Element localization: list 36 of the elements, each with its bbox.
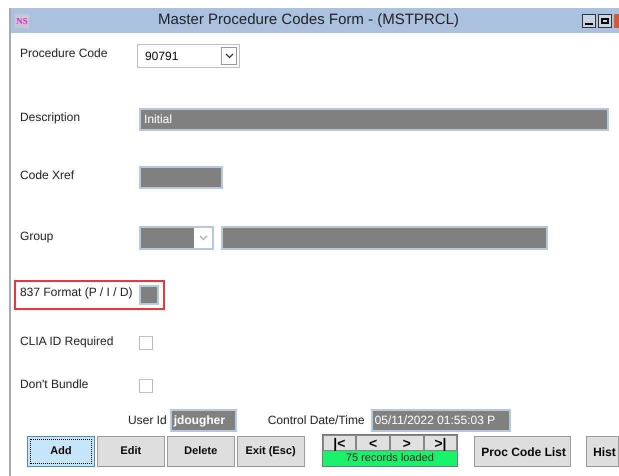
description-field[interactable]: Initial <box>139 108 609 130</box>
checkbox[interactable] <box>139 379 153 393</box>
chevron-down-icon <box>194 228 212 248</box>
field-label: Code Xref <box>20 167 76 184</box>
user-id-field[interactable]: jdougher <box>170 408 237 432</box>
checkbox[interactable] <box>139 336 153 350</box>
form-button[interactable]: Edit <box>96 436 165 467</box>
nav-button[interactable]: > <box>390 435 424 451</box>
nav-button[interactable]: |< <box>322 435 356 451</box>
format-field[interactable] <box>139 285 159 305</box>
group-name-field[interactable] <box>221 226 548 250</box>
chevron-down-icon[interactable] <box>221 47 237 65</box>
window-title: Master Procedure Codes Form - (MSTPRCL) <box>158 10 459 30</box>
form-button[interactable]: Hist <box>586 436 619 467</box>
form-button[interactable]: Add <box>27 436 95 467</box>
field-label: 837 Format (P / I / D) <box>20 284 134 301</box>
field-label: Group <box>20 228 54 245</box>
code-xref-field[interactable] <box>139 166 223 188</box>
form-button[interactable]: Delete <box>166 436 235 467</box>
minimize-icon[interactable] <box>582 14 596 28</box>
field-label: Don't Bundle <box>20 376 90 393</box>
field-label: CLIA ID Required <box>20 333 114 350</box>
field-label: Description <box>20 109 82 126</box>
form-button[interactable]: Exit (Esc) <box>236 436 304 467</box>
control-datetime-field[interactable]: 05/11/2022 01:55:03 P <box>370 408 511 432</box>
group-combo[interactable] <box>139 226 214 250</box>
nav-button[interactable]: < <box>356 435 390 451</box>
app-logo: NS <box>15 14 29 28</box>
nav-button[interactable]: >| <box>424 435 458 451</box>
maximize-icon[interactable] <box>598 14 612 28</box>
field-label: Procedure Code <box>20 45 108 62</box>
field-label: User Id <box>128 412 167 429</box>
records-status: 75 records loaded <box>322 451 458 466</box>
form-button[interactable]: Proc Code List <box>474 436 572 467</box>
procedure-code-combo[interactable]: 90791 <box>137 44 240 68</box>
field-label: Control Date/Time <box>268 412 365 429</box>
